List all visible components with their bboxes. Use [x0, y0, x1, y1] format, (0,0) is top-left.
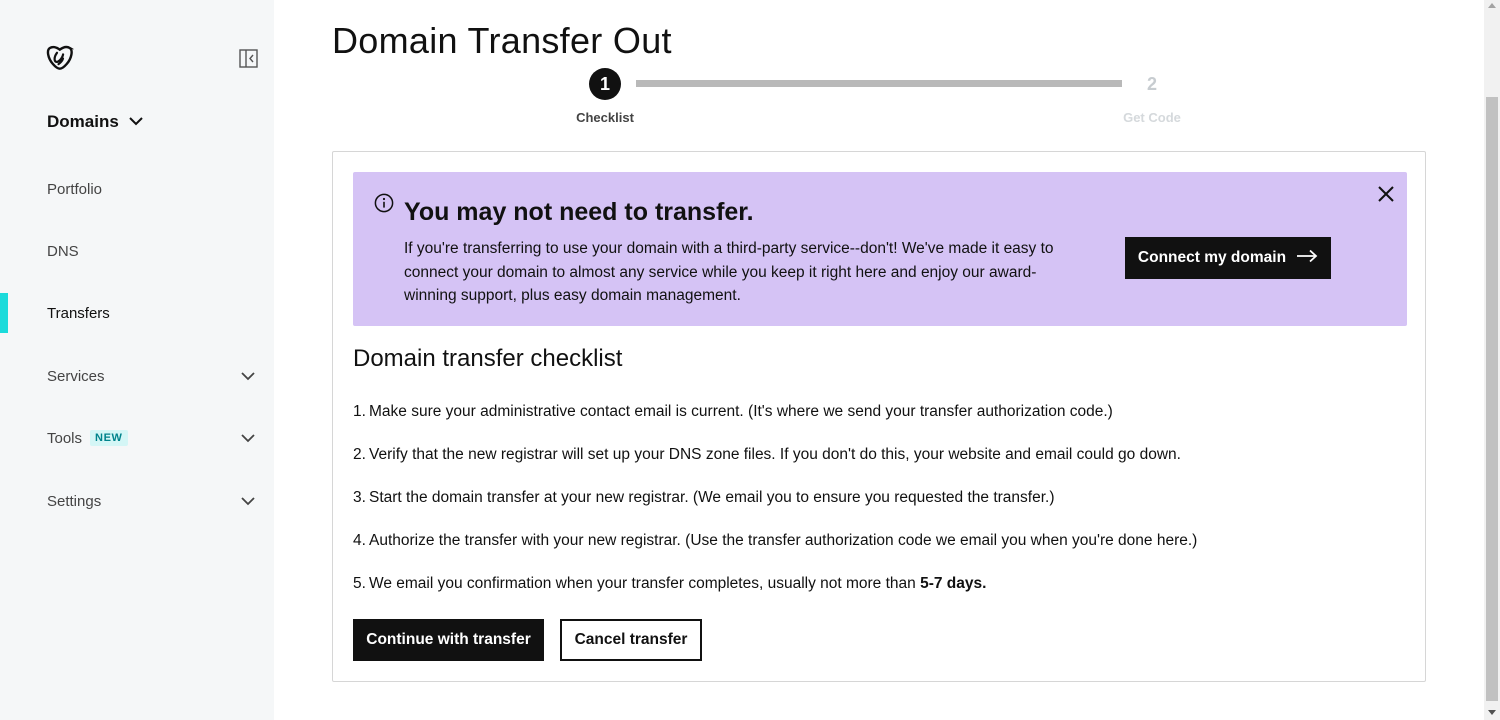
- list-item: 2. Verify that the new registrar will set…: [353, 445, 1197, 488]
- continue-with-transfer-button[interactable]: Continue with transfer: [353, 619, 544, 661]
- scroll-up-arrow-icon[interactable]: [1488, 3, 1496, 8]
- alert-body: If you're transferring to use your domai…: [404, 240, 1054, 304]
- step-1-circle: 1: [589, 68, 621, 100]
- sidebar: Domains Portfolio DNS Transfers Services…: [0, 0, 274, 720]
- list-item-text: Start the domain transfer at your new re…: [369, 489, 1055, 506]
- checklist-title: Domain transfer checklist: [353, 345, 623, 372]
- list-item-text: We email you confirmation when your tran…: [369, 575, 921, 592]
- godaddy-logo-icon[interactable]: [46, 43, 75, 71]
- list-item: 5. We email you confirmation when your tr…: [353, 574, 1197, 617]
- list-item-number: 4.: [353, 532, 366, 549]
- sidebar-item-label: DNS: [47, 242, 79, 260]
- sidebar-item-dns[interactable]: DNS: [0, 231, 274, 271]
- connect-button-label: Connect my domain: [1137, 249, 1287, 266]
- new-badge: NEW: [90, 430, 128, 446]
- chevron-down-icon[interactable]: [240, 431, 256, 445]
- sidebar-item-tools[interactable]: Tools NEW: [0, 418, 274, 458]
- arrow-right-icon: [1296, 249, 1318, 268]
- step-2-label: Get Code: [1123, 110, 1181, 125]
- list-item-number: 3.: [353, 489, 366, 506]
- list-item-number: 5.: [353, 575, 366, 592]
- list-item-text: Verify that the new registrar will set u…: [369, 446, 1181, 463]
- sidebar-item-settings[interactable]: Settings: [0, 481, 274, 521]
- sidebar-collapse-icon[interactable]: [239, 49, 258, 68]
- sidebar-item-transfers[interactable]: Transfers: [0, 293, 274, 333]
- list-item-number: 2.: [353, 446, 366, 463]
- chevron-down-icon[interactable]: [240, 494, 256, 508]
- list-item-suffix: .: [982, 575, 987, 592]
- sidebar-item-label: Transfers: [47, 304, 110, 322]
- progress-stepper: 1 2 Checklist Get Code: [560, 66, 1220, 136]
- close-icon[interactable]: [1376, 184, 1396, 204]
- transfer-checklist: 1. Make sure your administrative contact …: [353, 402, 1197, 617]
- chevron-down-icon: [129, 113, 143, 131]
- page-title: Domain Transfer Out: [332, 20, 672, 61]
- connect-my-domain-button[interactable]: Connect my domain: [1125, 237, 1331, 279]
- list-item: 4. Authorize the transfer with your new r…: [353, 531, 1197, 574]
- transfer-alert-banner: You may not need to transfer. If you're …: [353, 172, 1407, 326]
- sidebar-item-services[interactable]: Services: [0, 356, 274, 396]
- list-item: 1. Make sure your administrative contact …: [353, 402, 1197, 445]
- alert-title: You may not need to transfer.: [404, 198, 754, 226]
- chevron-down-icon[interactable]: [240, 369, 256, 383]
- step-progress-bar: [636, 80, 1122, 87]
- list-item: 3. Start the domain transfer at your new …: [353, 488, 1197, 531]
- sidebar-item-portfolio[interactable]: Portfolio: [0, 169, 274, 209]
- info-icon: [374, 193, 394, 213]
- scroll-down-arrow-icon[interactable]: [1488, 710, 1496, 715]
- vertical-scrollbar[interactable]: [1484, 0, 1500, 720]
- list-item-number: 1.: [353, 403, 366, 420]
- transfer-card: You may not need to transfer. If you're …: [332, 151, 1426, 682]
- sidebar-item-label: Settings: [47, 492, 102, 510]
- active-indicator: [0, 293, 8, 333]
- sidebar-item-label: Portfolio: [47, 180, 103, 198]
- list-item-text: Make sure your administrative contact em…: [369, 403, 1113, 420]
- nav-section-domains[interactable]: Domains: [47, 112, 143, 132]
- sidebar-item-label: Services: [47, 367, 105, 385]
- step-1-label: Checklist: [576, 110, 634, 125]
- step-2-circle: 2: [1146, 73, 1157, 94]
- list-item-text: Authorize the transfer with your new reg…: [369, 532, 1198, 549]
- transfer-duration: 5-7 days: [920, 575, 983, 592]
- sidebar-item-label: Tools: [47, 429, 83, 447]
- scrollbar-thumb[interactable]: [1486, 97, 1498, 701]
- cancel-transfer-button[interactable]: Cancel transfer: [560, 619, 702, 661]
- nav-section-label: Domains: [47, 112, 119, 131]
